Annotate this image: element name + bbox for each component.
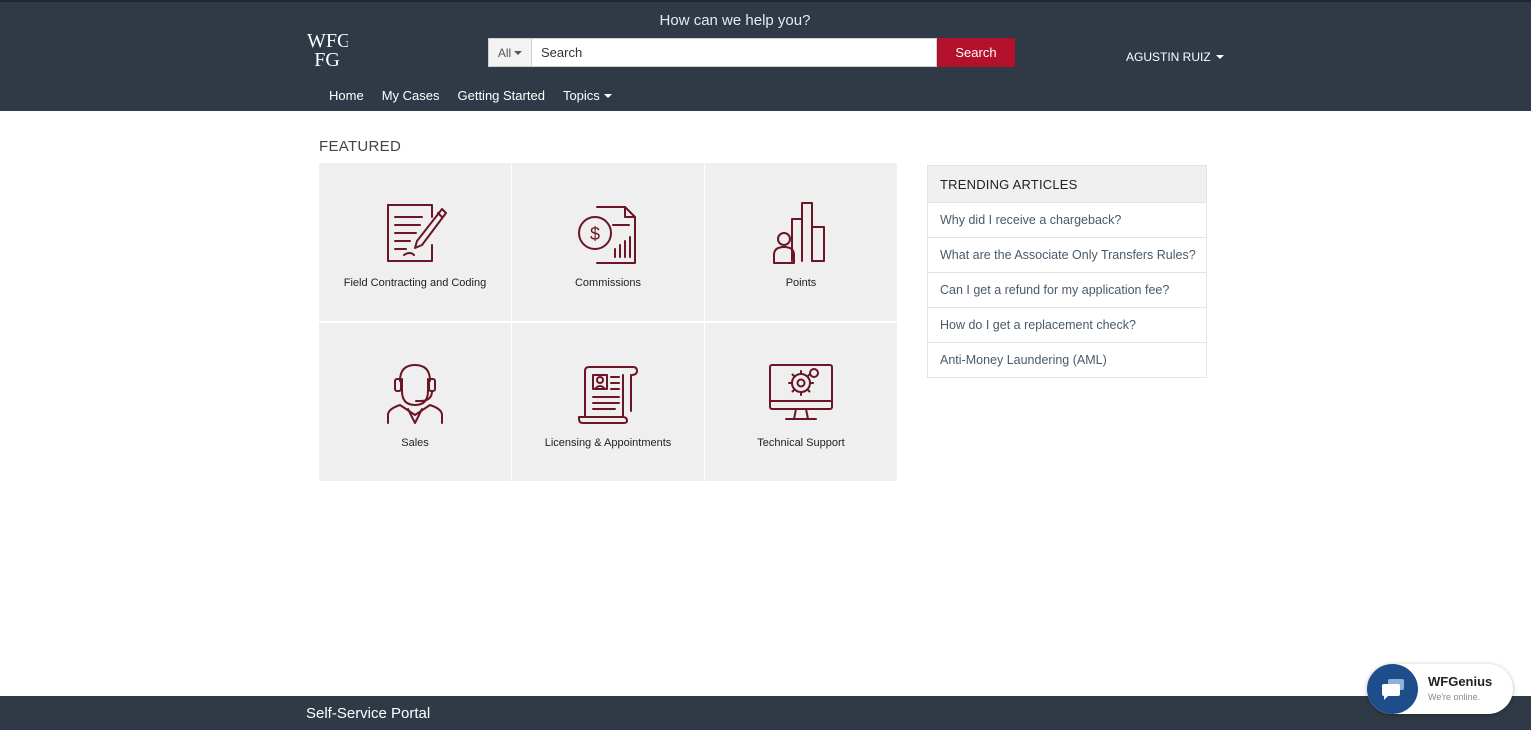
svg-text:$: $	[590, 224, 600, 244]
tile-label: Sales	[401, 437, 429, 449]
tile-commissions[interactable]: $ Commissions	[512, 163, 704, 321]
tile-label: Field Contracting and Coding	[343, 277, 487, 289]
nav-item-getting-started[interactable]: Getting Started	[448, 88, 553, 103]
license-scroll-icon	[578, 366, 638, 424]
chat-agent-name: WFGenius	[1428, 674, 1493, 689]
tile-technical-support[interactable]: Technical Support	[705, 323, 897, 481]
search-button[interactable]: Search	[937, 38, 1015, 67]
trending-article-link[interactable]: Anti-Money Laundering (AML)	[928, 342, 1206, 377]
tile-sales[interactable]: Sales	[319, 323, 511, 481]
search-scope-label: All	[497, 45, 512, 60]
tile-label: Technical Support	[757, 437, 845, 449]
tile-field-contracting[interactable]: Field Contracting and Coding	[319, 163, 511, 321]
commission-document-icon: $	[578, 206, 636, 264]
chevron-down-icon	[1215, 55, 1224, 59]
nav-item-home[interactable]: Home	[320, 88, 373, 103]
footer-title: Self-Service Portal	[306, 705, 431, 722]
tile-label: Points	[785, 277, 817, 289]
contract-signing-icon	[387, 204, 447, 262]
trending-article-link[interactable]: Can I get a refund for my application fe…	[928, 272, 1206, 307]
search-scope-dropdown[interactable]: All	[488, 38, 531, 67]
user-menu[interactable]: AGUSTIN RUIZ	[1126, 50, 1224, 64]
tile-points[interactable]: Points	[705, 163, 897, 321]
featured-title: FEATURED	[319, 138, 402, 155]
search-bar: All Search	[488, 38, 1015, 67]
svg-text:FG: FG	[314, 49, 340, 68]
chat-widget[interactable]: WFGenius We're online.	[1367, 664, 1513, 714]
nav-item-my-cases[interactable]: My Cases	[373, 88, 449, 103]
tile-label: Commissions	[574, 277, 641, 289]
trending-title: TRENDING ARTICLES	[928, 166, 1206, 202]
points-chart-icon	[773, 202, 825, 264]
headset-agent-icon	[387, 364, 443, 424]
chat-bubble-icon	[1367, 664, 1418, 714]
search-input[interactable]	[531, 38, 937, 67]
nav-item-topics[interactable]: Topics	[554, 88, 621, 103]
trending-article-link[interactable]: How do I get a replacement check?	[928, 307, 1206, 342]
site-header: WFG FG How can we help you? All Search A…	[0, 0, 1531, 111]
site-footer: Self-Service Portal	[0, 696, 1531, 730]
wfg-logo[interactable]: WFG FG	[306, 28, 348, 68]
tile-licensing[interactable]: Licensing & Appointments	[512, 323, 704, 481]
trending-article-link[interactable]: What are the Associate Only Transfers Ru…	[928, 237, 1206, 272]
main-nav: Home My Cases Getting Started Topics	[320, 88, 621, 103]
tile-label: Licensing & Appointments	[544, 437, 672, 449]
featured-tiles: Field Contracting and Coding $ Commissio…	[319, 163, 897, 481]
chevron-down-icon	[603, 93, 612, 98]
trending-article-link[interactable]: Why did I receive a chargeback?	[928, 202, 1206, 237]
chat-status: We're online.	[1428, 692, 1481, 702]
monitor-gear-icon	[769, 364, 833, 420]
trending-articles-panel: TRENDING ARTICLES Why did I receive a ch…	[927, 165, 1207, 378]
chevron-down-icon	[514, 50, 523, 55]
help-heading: How can we help you?	[659, 12, 811, 29]
user-name: AGUSTIN RUIZ	[1126, 50, 1211, 64]
